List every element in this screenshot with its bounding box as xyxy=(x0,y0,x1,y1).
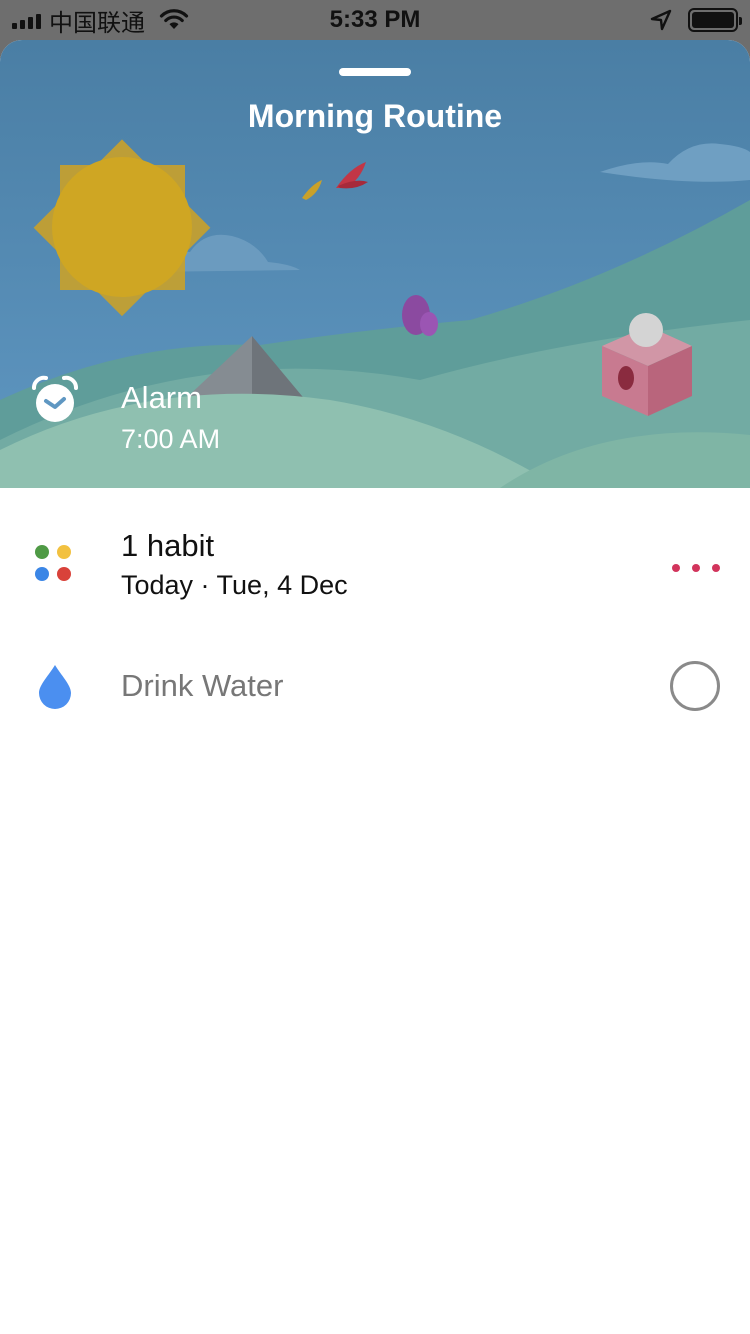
alarm-time[interactable]: 7:00 AM xyxy=(121,424,220,455)
habit-count: 1 habit xyxy=(121,528,215,563)
more-dot-icon xyxy=(692,564,700,572)
alarm-clock-icon xyxy=(32,375,78,422)
status-time: 5:33 PM xyxy=(329,6,421,33)
sun-illustration xyxy=(33,139,211,317)
more-dot-icon xyxy=(672,564,680,572)
status-bar: 中国联通 5:33 PM xyxy=(0,0,750,40)
status-right xyxy=(650,6,742,34)
more-dot-icon xyxy=(712,564,720,572)
habit-complete-checkbox[interactable] xyxy=(670,661,720,711)
routine-title: Morning Routine xyxy=(247,98,503,134)
sheet-grabber-handle[interactable] xyxy=(339,68,411,76)
habits-dots-icon xyxy=(35,545,73,583)
battery-icon xyxy=(688,8,742,32)
habits-summary-row: 1 habit Today · Tue, 4 Dec xyxy=(0,488,750,638)
routine-hero: Morning Routine Alarm 7:00 AM xyxy=(0,40,750,488)
water-drop-icon xyxy=(39,665,71,709)
more-options-button[interactable] xyxy=(672,558,720,578)
alarm-label[interactable]: Alarm xyxy=(121,380,202,416)
routine-sheet: Morning Routine Alarm 7:00 AM 1 habit To… xyxy=(0,40,750,1334)
habit-row-drink-water[interactable]: Drink Water xyxy=(0,638,750,738)
habit-date: Today · Tue, 4 Dec xyxy=(121,570,348,600)
location-arrow-icon xyxy=(650,9,672,31)
habit-name: Drink Water xyxy=(121,668,284,703)
